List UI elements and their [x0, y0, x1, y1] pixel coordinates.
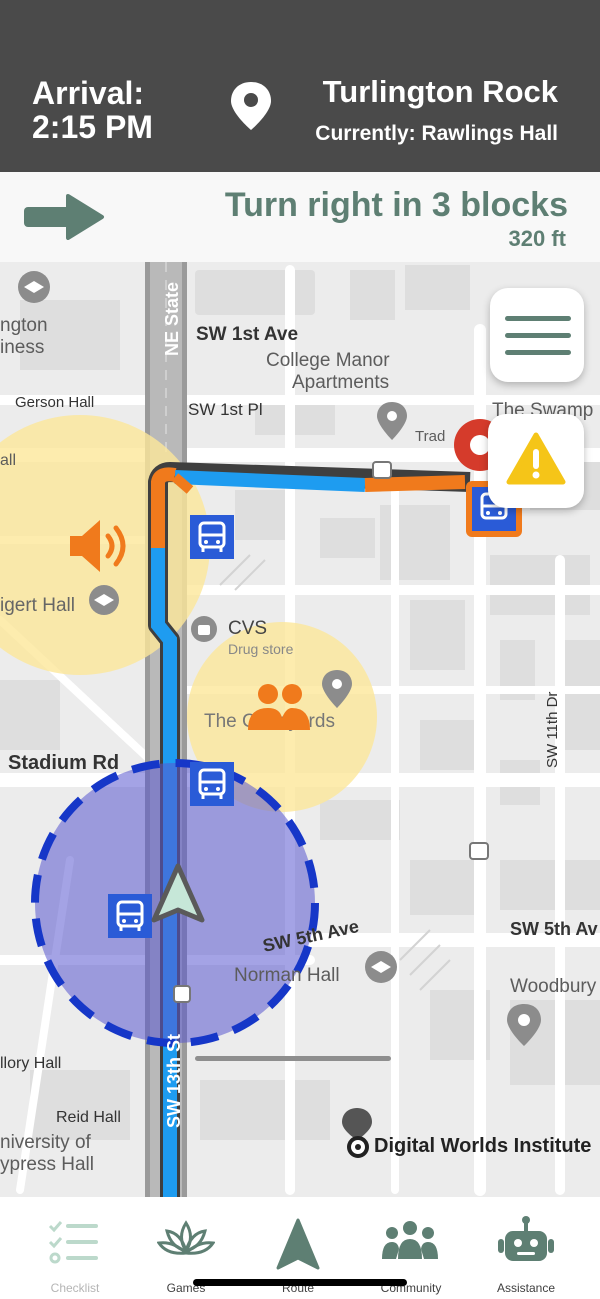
map-label: igert Hall [0, 595, 75, 616]
lotus-icon [156, 1219, 216, 1270]
map-label: llory Hall [0, 1055, 62, 1072]
turn-right-arrow-icon [22, 194, 106, 245]
map-label: niversity of [0, 1132, 91, 1153]
map-label: ngton [0, 315, 48, 336]
home-indicator [193, 1279, 407, 1286]
destination-name: Turlington Rock [322, 74, 558, 109]
community-icon [380, 1219, 440, 1266]
location-pin-icon [228, 80, 274, 137]
map-label: Reid Hall [56, 1109, 121, 1126]
street-label: SW 5th Av [510, 919, 598, 939]
navigation-arrow-icon [150, 862, 206, 931]
street-label: SW 11th Dr [544, 691, 561, 768]
bus-icon[interactable] [108, 894, 152, 943]
nav-label-assistance: Assistance [496, 1281, 556, 1295]
turn-instruction-text: Turn right in 3 blocks [224, 186, 568, 224]
map-label: iness [0, 337, 45, 358]
map-label: all [0, 452, 17, 469]
map-label: Apartments [292, 372, 390, 393]
street-label: Stadium Rd [8, 752, 120, 774]
map-label: Woodbury [510, 976, 597, 997]
arrival-info: Arrival: 2:15 PM [32, 76, 153, 144]
nav-item-checklist[interactable]: Checklist [20, 1197, 130, 1299]
sound-icon[interactable] [66, 516, 136, 581]
menu-button[interactable] [490, 288, 584, 382]
street-label: NE State [162, 281, 182, 356]
map-label: College Manor [266, 350, 390, 371]
map-label: ypress Hall [0, 1154, 94, 1175]
warning-button[interactable] [488, 414, 584, 508]
map-label: Gerson Hall [15, 394, 95, 411]
map-label: Digital Worlds Institute [374, 1135, 592, 1157]
current-location: Currently: Rawlings Hall [315, 122, 558, 145]
map-scroll-indicator [195, 1056, 391, 1061]
nav-label-checklist: Checklist [50, 1281, 100, 1295]
arrival-time: 2:15 PM [32, 109, 153, 145]
street-label: SW 1st Ave [196, 324, 299, 345]
bus-icon[interactable] [190, 515, 234, 564]
warning-icon [506, 432, 566, 491]
map-label: Drug store [228, 641, 294, 657]
menu-icon [505, 314, 571, 363]
map-label: Norman Hall [234, 965, 340, 986]
bus-icon[interactable] [190, 762, 234, 811]
robot-icon [497, 1215, 555, 1272]
map-label: Trad [415, 428, 446, 445]
street-label: SW 1st Pl [188, 400, 263, 419]
route-arrow-icon [275, 1217, 321, 1276]
street-label: SW 13th St [164, 1033, 184, 1128]
crowd-icon[interactable] [246, 682, 312, 737]
map-label: CVS [228, 618, 268, 639]
checklist-icon [48, 1219, 102, 1270]
nav-item-assistance[interactable]: Assistance [471, 1197, 581, 1299]
turn-distance: 320 ft [508, 226, 566, 251]
arrival-label: Arrival: [32, 75, 145, 111]
trip-header: Arrival: 2:15 PM Turlington Rock Current… [0, 0, 600, 172]
